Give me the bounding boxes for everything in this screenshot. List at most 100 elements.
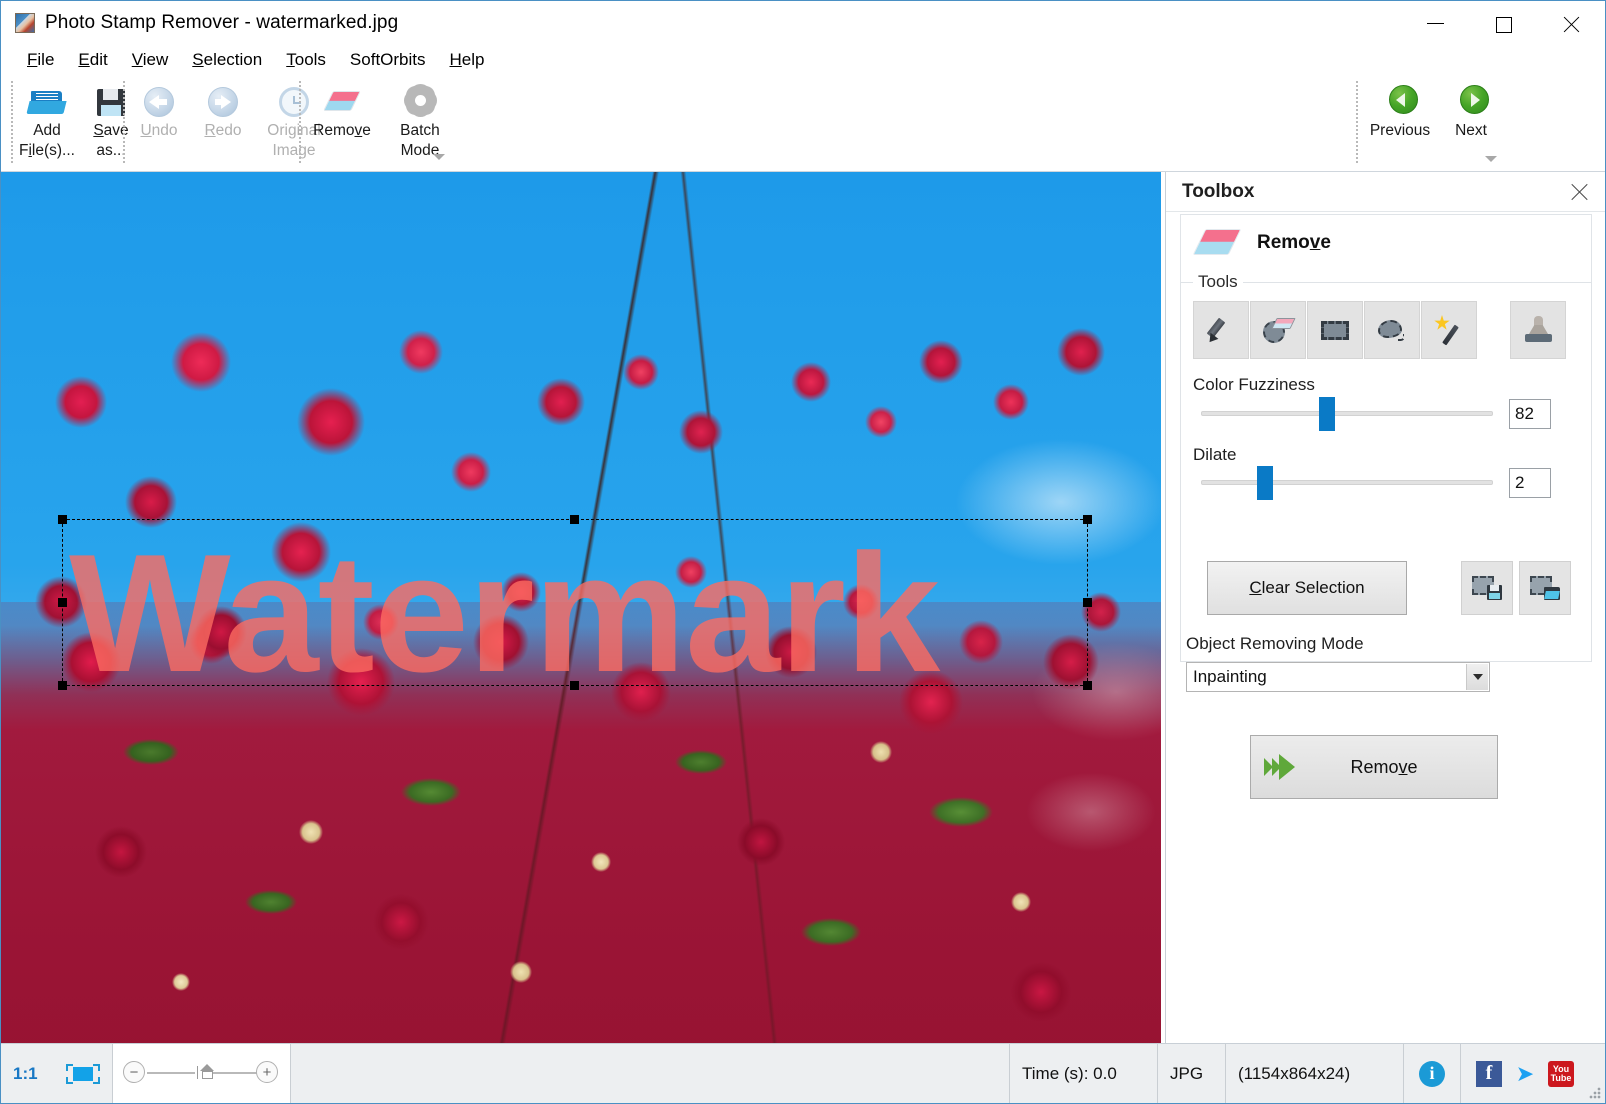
selection-handle-s[interactable] [570,681,579,690]
zoom-ratio-label[interactable]: 1:1 [13,1064,38,1084]
fit-to-window-icon[interactable] [66,1062,100,1086]
selection-handle-ne[interactable] [1083,515,1092,524]
eraser-tool-button[interactable] [1250,301,1306,359]
zoom-slider[interactable]: − + [113,1044,291,1103]
remove-mode-row: Remove [1181,215,1591,271]
maximize-button[interactable] [1469,1,1537,45]
selection-marquee[interactable] [58,515,1092,690]
chevron-down-icon[interactable] [1466,664,1488,690]
object-removing-mode-value: Inpainting [1193,667,1267,686]
toolbar-group-navigation: Previous Next [1361,79,1503,167]
menu-file[interactable]: File [15,48,66,72]
toolbox-panel: Toolbox Remove Tools Color Fuzziness 82 … [1165,172,1605,1044]
remove-action-button[interactable]: Remove [1250,735,1498,799]
tool-buttons-row [1193,301,1566,359]
youtube-line2: Tube [1550,1072,1572,1083]
eraser-disc-icon [1261,314,1296,346]
selection-handle-sw[interactable] [58,681,67,690]
selection-handle-n[interactable] [570,515,579,524]
window-controls [1401,1,1605,45]
menu-tools[interactable]: Tools [274,48,338,72]
facebook-icon[interactable]: f [1476,1060,1502,1087]
selection-handle-w[interactable] [58,597,67,607]
menu-edit[interactable]: Edit [66,48,119,72]
info-icon[interactable]: i [1419,1060,1445,1087]
zoom-slider-track-right [213,1072,257,1074]
stamp-tool-button[interactable] [1510,301,1566,359]
batch-mode-button[interactable]: Batch Mode [381,79,459,167]
rectangle-select-button[interactable] [1307,301,1363,359]
tools-group-label: Tools [1193,272,1243,292]
color-fuzziness-value[interactable]: 82 [1509,399,1551,429]
minimize-button[interactable] [1401,1,1469,45]
color-fuzziness-slider-thumb[interactable] [1319,397,1335,431]
object-removing-mode-label: Object Removing Mode [1186,634,1364,653]
toolbox-header: Toolbox [1166,172,1605,212]
toolbar-separator-2 [123,81,125,165]
menu-view[interactable]: View [120,48,181,72]
toolbar-group-actions: Remove Batch Mode [303,79,459,167]
lasso-select-button[interactable] [1364,301,1420,359]
redo-button[interactable]: Redo [191,79,255,167]
navigation-chevron-down-icon[interactable] [1485,156,1497,162]
zoom-out-button[interactable]: − [123,1061,145,1083]
remove-mode-label: Remove [1257,232,1331,253]
tools-group: Tools Color Fuzziness 82 Dilate 2 Clear … [1180,272,1592,662]
object-removing-mode-select[interactable]: Inpainting [1186,662,1490,692]
add-files-label-line2: File(s)... [19,142,75,159]
undo-button[interactable]: Undo [127,79,191,167]
minimize-icon [1426,15,1444,32]
zoom-in-button[interactable]: + [256,1061,278,1083]
lasso-icon [1375,314,1409,346]
close-button[interactable] [1537,1,1605,45]
application-window: Photo Stamp Remover - watermarked.jpg Fi… [0,0,1606,1104]
previous-label: Previous [1369,122,1431,139]
toolbar-separator-3 [299,81,301,165]
magic-wand-button[interactable] [1421,301,1477,359]
toolbox-close-icon[interactable] [1569,181,1591,203]
gear-icon [401,85,439,119]
menu-selection[interactable]: Selection [180,48,274,72]
selection-handle-se[interactable] [1083,681,1092,690]
dimensions-status: (1154x864x24) [1226,1044,1404,1103]
dilate-slider[interactable] [1201,480,1493,485]
menu-softorbits[interactable]: SoftOrbits [338,48,438,72]
image-canvas[interactable]: Watermark [1,172,1161,1044]
save-as-label-line2: as... [96,142,126,159]
resize-grip[interactable] [1588,1086,1602,1100]
selection-handle-e[interactable] [1083,597,1092,607]
green-arrow-icon [1263,753,1305,781]
dilate-value[interactable]: 2 [1509,468,1551,498]
remove-toolbar-button[interactable]: Remove [303,79,381,167]
clear-selection-button[interactable]: Clear Selection [1207,561,1407,615]
time-status: Time (s): 0.0 [1010,1044,1158,1103]
dilate-label: Dilate [1193,445,1237,464]
menu-help[interactable]: Help [438,48,497,72]
next-label: Next [1455,122,1487,139]
zoom-slider-track-left [147,1072,195,1074]
undo-arrow-icon [140,85,178,119]
marker-tool-button[interactable] [1193,301,1249,359]
dilate-slider-thumb[interactable] [1257,466,1273,500]
previous-button[interactable]: Previous [1361,79,1439,167]
zoom-slider-tick [197,1066,198,1079]
add-files-button[interactable]: Add File(s)... [15,79,79,167]
next-button[interactable]: Next [1439,79,1503,167]
twitter-icon[interactable]: ➤ [1512,1061,1538,1087]
batch-mode-chevron-down-icon[interactable] [433,154,445,160]
selection-handle-nw[interactable] [58,515,67,524]
youtube-icon[interactable]: You Tube [1548,1060,1574,1087]
toolbar: Add File(s)... Save as... Undo Redo Orig… [1,75,1605,172]
menu-bar: File Edit View Selection Tools SoftOrbit… [1,45,1605,75]
redo-arrow-icon [204,85,242,119]
stamp-icon [1521,314,1555,346]
rectangle-select-icon [1318,314,1352,346]
format-status: JPG [1158,1044,1226,1103]
title-bar: Photo Stamp Remover - watermarked.jpg [1,1,1605,45]
app-icon [15,13,35,33]
color-fuzziness-slider[interactable] [1201,411,1493,416]
zoom-status-cell: 1:1 [1,1044,113,1103]
load-selection-button[interactable] [1519,561,1571,615]
status-spacer [291,1044,1010,1103]
save-selection-button[interactable] [1461,561,1513,615]
